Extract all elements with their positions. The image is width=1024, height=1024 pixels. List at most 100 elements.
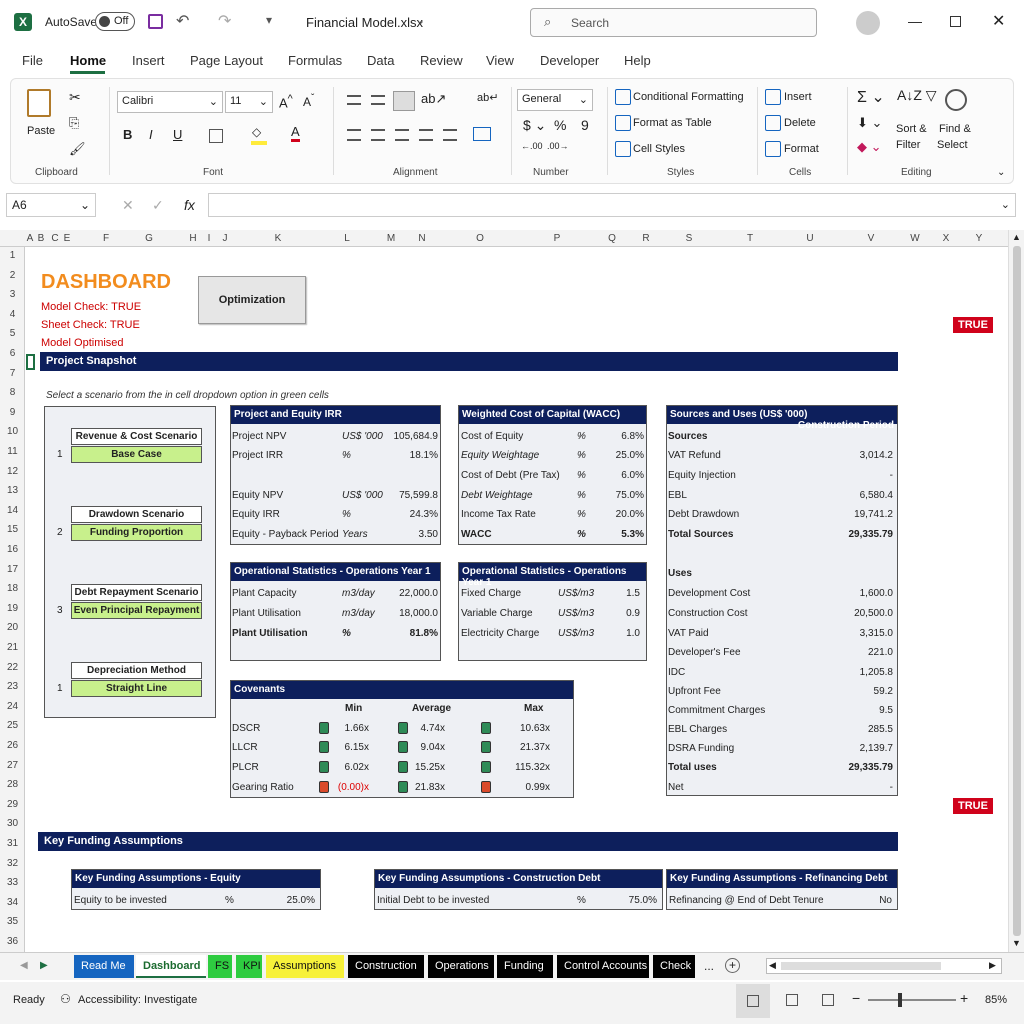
delete-cells-button[interactable]: Delete: [784, 117, 816, 129]
row-header-13[interactable]: 13: [0, 485, 25, 496]
column-header-C[interactable]: C: [51, 233, 58, 244]
tab-funding[interactable]: Funding: [497, 955, 553, 978]
sort-filter-button[interactable]: Sort &: [896, 123, 927, 135]
autosave-toggle[interactable]: Off: [95, 12, 135, 31]
row-header-26[interactable]: 26: [0, 740, 25, 751]
decrease-indent-icon[interactable]: [419, 129, 433, 141]
row-header-16[interactable]: 16: [0, 544, 25, 555]
align-center-icon[interactable]: [371, 129, 385, 141]
row-header-1[interactable]: 1: [0, 250, 25, 261]
scenario-dropdown[interactable]: Even Principal Repayment: [71, 602, 202, 619]
row-header-20[interactable]: 20: [0, 622, 25, 633]
zoom-out-icon[interactable]: −: [852, 990, 860, 1006]
comma-icon[interactable]: 9: [581, 117, 589, 133]
wrap-text-icon[interactable]: ab↵: [477, 91, 498, 104]
row-header-18[interactable]: 18: [0, 583, 25, 594]
tab-assumptions[interactable]: Assumptions: [266, 955, 344, 978]
customize-qat-icon[interactable]: ▾: [266, 13, 272, 27]
bold-button[interactable]: B: [123, 127, 132, 142]
tab-fs[interactable]: FS: [208, 955, 232, 978]
format-as-table-button[interactable]: Format as Table: [633, 117, 712, 129]
row-header-30[interactable]: 30: [0, 818, 25, 829]
row-header-9[interactable]: 9: [0, 407, 25, 418]
cell-styles-button[interactable]: Cell Styles: [633, 143, 685, 155]
page-layout-view-icon[interactable]: [786, 994, 798, 1006]
close-icon[interactable]: ✕: [992, 11, 1005, 31]
increase-indent-icon[interactable]: [443, 129, 457, 141]
column-header-M[interactable]: M: [387, 233, 395, 244]
row-header-21[interactable]: 21: [0, 642, 25, 653]
row-header-11[interactable]: 11: [0, 446, 25, 457]
column-header-I[interactable]: I: [208, 233, 211, 244]
currency-icon[interactable]: $ ⌄: [523, 117, 546, 134]
column-header-E[interactable]: E: [64, 233, 71, 244]
copy-icon[interactable]: ⎘: [69, 115, 79, 131]
tab-construction[interactable]: Construction: [348, 955, 424, 978]
maximize-icon[interactable]: [950, 16, 961, 27]
find-select-button[interactable]: Find &: [939, 123, 971, 135]
column-header-B[interactable]: B: [38, 233, 45, 244]
column-header-W[interactable]: W: [910, 233, 919, 244]
accessibility-status[interactable]: Accessibility: Investigate: [78, 994, 197, 1006]
column-header-U[interactable]: U: [806, 233, 813, 244]
row-header-7[interactable]: 7: [0, 368, 25, 379]
fill-color-icon[interactable]: [251, 141, 267, 145]
menu-developer[interactable]: Developer: [540, 53, 599, 68]
clear-icon[interactable]: ◆ ⌄: [857, 139, 882, 155]
row-header-32[interactable]: 32: [0, 858, 25, 869]
menu-home[interactable]: Home: [70, 53, 106, 68]
save-icon[interactable]: [148, 14, 163, 29]
row-header-5[interactable]: 5: [0, 328, 25, 339]
insert-cells-button[interactable]: Insert: [784, 91, 812, 103]
column-header-L[interactable]: L: [344, 233, 350, 244]
menu-help[interactable]: Help: [624, 53, 651, 68]
name-box[interactable]: A6 ⌄: [6, 193, 96, 217]
scenario-dropdown[interactable]: Straight Line: [71, 680, 202, 697]
scenario-dropdown[interactable]: Funding Proportion: [71, 524, 202, 541]
insert-function-button[interactable]: fx: [184, 197, 195, 213]
row-header-14[interactable]: 14: [0, 505, 25, 516]
minimize-icon[interactable]: —: [908, 13, 922, 29]
row-header-6[interactable]: 6: [0, 348, 25, 359]
decrease-font-icon[interactable]: Aˇ: [303, 93, 314, 109]
autosum-icon[interactable]: Σ ⌄: [857, 87, 885, 107]
column-header-T[interactable]: T: [747, 233, 753, 244]
tab-dashboard[interactable]: Dashboard: [136, 955, 206, 978]
number-format-combo[interactable]: General ⌄: [517, 89, 593, 111]
format-painter-icon[interactable]: 🖌: [69, 141, 86, 157]
search-box[interactable]: ⌕ Search: [530, 8, 817, 37]
align-middle-icon[interactable]: [371, 95, 385, 105]
align-left-icon[interactable]: [347, 129, 361, 141]
column-header-J[interactable]: J: [223, 233, 228, 244]
column-header-V[interactable]: V: [868, 233, 875, 244]
increase-font-icon[interactable]: A^: [279, 93, 293, 110]
percent-icon[interactable]: %: [554, 117, 566, 133]
column-header-F[interactable]: F: [103, 233, 109, 244]
row-header-17[interactable]: 17: [0, 564, 25, 575]
add-sheet-icon[interactable]: +: [725, 958, 740, 973]
row-header-15[interactable]: 15: [0, 524, 25, 535]
column-header-G[interactable]: G: [145, 233, 153, 244]
tab-operations[interactable]: Operations: [428, 955, 494, 978]
increase-decimal-icon[interactable]: ←.00: [521, 141, 543, 151]
row-header-31[interactable]: 31: [0, 838, 25, 849]
font-color-icon[interactable]: A: [291, 125, 300, 142]
undo-icon[interactable]: ↶: [176, 11, 189, 31]
align-top-icon[interactable]: [347, 95, 361, 105]
selected-cell-a6[interactable]: [26, 354, 35, 370]
zoom-in-icon[interactable]: +: [960, 990, 968, 1006]
column-header-H[interactable]: H: [189, 233, 196, 244]
tab-read-me[interactable]: Read Me: [74, 955, 134, 978]
column-header-Q[interactable]: Q: [608, 233, 616, 244]
column-header-R[interactable]: R: [642, 233, 649, 244]
column-header-O[interactable]: O: [476, 233, 484, 244]
tab-scroll-left-icon[interactable]: ◀: [20, 960, 28, 971]
menu-page-layout[interactable]: Page Layout: [190, 53, 263, 68]
underline-button[interactable]: U: [173, 127, 182, 142]
menu-view[interactable]: View: [486, 53, 514, 68]
tab-control-accounts[interactable]: Control Accounts: [557, 955, 649, 978]
tab-scroll-right-icon[interactable]: ▶: [40, 960, 48, 971]
font-name-combo[interactable]: Calibri ⌄: [117, 91, 223, 113]
borders-icon[interactable]: [209, 129, 223, 143]
column-header-X[interactable]: X: [943, 233, 950, 244]
